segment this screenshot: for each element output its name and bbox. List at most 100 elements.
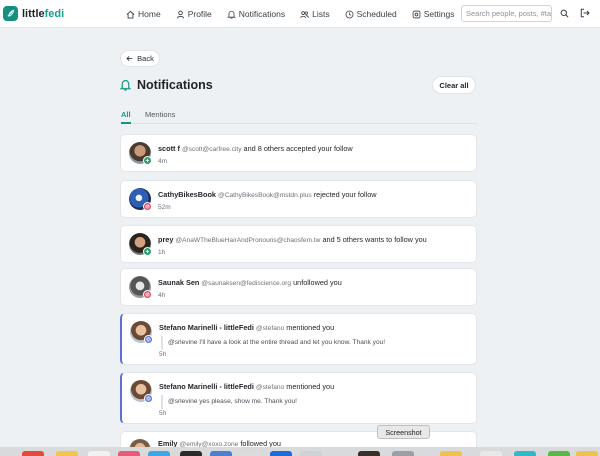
page-header: Notifications bbox=[120, 78, 213, 92]
sender-name[interactable]: Saunak Sen bbox=[158, 278, 199, 287]
nav-lists-label: Lists bbox=[312, 9, 330, 19]
dock-app-icon[interactable] bbox=[548, 451, 570, 456]
notification-action: rejected your follow bbox=[311, 190, 377, 199]
sender-name[interactable]: scott f bbox=[158, 144, 180, 153]
mention-badge-icon bbox=[144, 394, 153, 403]
notification-text: prey @AnaWTheBlueHairAndPronouns@chaosfe… bbox=[158, 235, 427, 244]
home-icon bbox=[126, 10, 135, 19]
search-input[interactable] bbox=[461, 5, 552, 22]
nav-profile-label: Profile bbox=[187, 9, 212, 19]
notification-time: 4m bbox=[158, 158, 168, 165]
sender-name[interactable]: Stefano Marinelli - littleFedi bbox=[159, 323, 254, 332]
gear-icon bbox=[412, 10, 421, 18]
notification-card[interactable]: prey @AnaWTheBlueHairAndPronouns@chaosfe… bbox=[120, 225, 477, 263]
notification-text: CathyBikesBook @CathyBikesBook@mstdn.plu… bbox=[158, 190, 377, 199]
unfollow-badge-icon bbox=[143, 290, 152, 299]
sender-handle[interactable]: @scott@carfree.city bbox=[182, 146, 242, 153]
mention-quote[interactable]: @srlevine I'll have a look at the entire… bbox=[161, 336, 385, 350]
avatar[interactable] bbox=[130, 321, 153, 344]
sender-handle[interactable]: @saunaksen@fediscience.org bbox=[201, 280, 291, 287]
clock-icon bbox=[345, 10, 353, 18]
reject-badge-icon bbox=[143, 202, 152, 211]
dock-app-icon[interactable] bbox=[210, 451, 232, 456]
clear-all-button[interactable]: Clear all bbox=[432, 76, 476, 94]
follow-request-badge-icon bbox=[143, 247, 152, 256]
notification-card[interactable]: Saunak Sen @saunaksen@fediscience.org un… bbox=[120, 268, 477, 306]
avatar[interactable] bbox=[129, 142, 152, 165]
arrow-left-icon bbox=[126, 56, 133, 61]
dock-app-icon[interactable] bbox=[440, 451, 462, 456]
mention-quote[interactable]: @srlevine yes please, show me. Thank you… bbox=[161, 395, 297, 409]
dock-app-icon[interactable] bbox=[514, 451, 536, 456]
back-button-label: Back bbox=[137, 54, 154, 63]
dock-app-icon[interactable] bbox=[392, 451, 414, 456]
dock-app-icon[interactable] bbox=[270, 451, 292, 456]
nav-home[interactable]: Home bbox=[126, 0, 161, 28]
dock-app-icon[interactable] bbox=[118, 451, 140, 456]
back-button[interactable]: Back bbox=[120, 50, 160, 67]
feather-icon bbox=[3, 6, 18, 21]
sender-name[interactable]: Stefano Marinelli - littleFedi bbox=[159, 382, 254, 391]
dock-tooltip: Screenshot bbox=[377, 425, 430, 439]
dock-app-icon[interactable] bbox=[180, 451, 202, 456]
dock-app-icon[interactable] bbox=[56, 451, 78, 456]
mention-badge-icon bbox=[144, 335, 153, 344]
sender-name[interactable]: CathyBikesBook bbox=[158, 190, 216, 199]
notification-text: Stefano Marinelli - littleFedi @stefano … bbox=[159, 382, 334, 391]
notification-text: scott f @scott@carfree.city and 8 others… bbox=[158, 144, 353, 153]
app-logo[interactable]: littlefedi bbox=[3, 6, 64, 21]
nav-settings-label: Settings bbox=[423, 9, 455, 19]
notification-others: and 8 others bbox=[241, 144, 285, 153]
tab-mentions[interactable]: Mentions bbox=[145, 110, 175, 124]
notification-time: 4h bbox=[158, 292, 166, 299]
avatar[interactable] bbox=[129, 276, 152, 299]
tab-all[interactable]: All bbox=[121, 110, 131, 124]
avatar[interactable] bbox=[129, 188, 152, 211]
notification-action: unfollowed you bbox=[291, 278, 342, 287]
notification-time: 5h bbox=[159, 410, 167, 417]
nav-home-label: Home bbox=[138, 9, 161, 19]
bell-icon bbox=[226, 10, 236, 19]
dock-app-icon[interactable] bbox=[576, 451, 598, 456]
notification-time: 52m bbox=[158, 204, 171, 211]
mention-card[interactable]: Stefano Marinelli - littleFedi @stefano … bbox=[120, 372, 477, 424]
sender-handle[interactable]: @stefano bbox=[256, 384, 284, 391]
sender-handle[interactable]: @AnaWTheBlueHairAndPronouns@chaosfem.tw bbox=[175, 237, 320, 244]
notification-action: mentioned you bbox=[284, 382, 335, 391]
bell-icon bbox=[120, 79, 131, 91]
notification-action: wants to follow you bbox=[363, 235, 427, 244]
dock-app-icon[interactable] bbox=[480, 451, 502, 456]
notification-tabs: All Mentions bbox=[120, 108, 477, 124]
dock-app-icon[interactable] bbox=[22, 451, 44, 456]
notification-text: Stefano Marinelli - littleFedi @stefano … bbox=[159, 323, 334, 332]
notification-text: Saunak Sen @saunaksen@fediscience.org un… bbox=[158, 278, 342, 287]
nav-lists[interactable]: Lists bbox=[300, 0, 330, 28]
avatar[interactable] bbox=[130, 380, 153, 403]
user-icon bbox=[176, 10, 184, 18]
nav-profile[interactable]: Profile bbox=[176, 0, 212, 28]
avatar[interactable] bbox=[129, 233, 152, 256]
nav-scheduled[interactable]: Scheduled bbox=[345, 0, 397, 28]
sender-handle[interactable]: @CathyBikesBook@mstdn.plus bbox=[218, 192, 312, 199]
nav-settings[interactable]: Settings bbox=[412, 0, 455, 28]
notification-card[interactable]: scott f @scott@carfree.city and 8 others… bbox=[120, 134, 477, 172]
users-icon bbox=[300, 10, 309, 18]
dock-app-icon[interactable] bbox=[300, 451, 322, 456]
dock-app-icon[interactable] bbox=[358, 451, 380, 456]
dock-app-icon[interactable] bbox=[88, 451, 110, 456]
notification-card[interactable]: CathyBikesBook @CathyBikesBook@mstdn.plu… bbox=[120, 180, 477, 218]
dock-app-icon[interactable] bbox=[148, 451, 170, 456]
logout-icon[interactable] bbox=[579, 7, 591, 19]
sender-handle[interactable]: @stefano bbox=[256, 325, 284, 332]
notification-action: mentioned you bbox=[284, 323, 335, 332]
dock-app-icon[interactable] bbox=[240, 451, 262, 456]
sender-name[interactable]: prey bbox=[158, 235, 173, 244]
top-nav-bar: littlefedi Home Profile Notifications Li… bbox=[0, 0, 600, 28]
notification-action: accepted your follow bbox=[284, 144, 353, 153]
nav-notifications[interactable]: Notifications bbox=[226, 0, 285, 28]
search-icon[interactable] bbox=[558, 7, 570, 19]
follow-badge-icon bbox=[143, 156, 152, 165]
notification-time: 1h bbox=[158, 249, 166, 256]
mention-card[interactable]: Stefano Marinelli - littleFedi @stefano … bbox=[120, 313, 477, 365]
app-name: littlefedi bbox=[22, 7, 65, 20]
